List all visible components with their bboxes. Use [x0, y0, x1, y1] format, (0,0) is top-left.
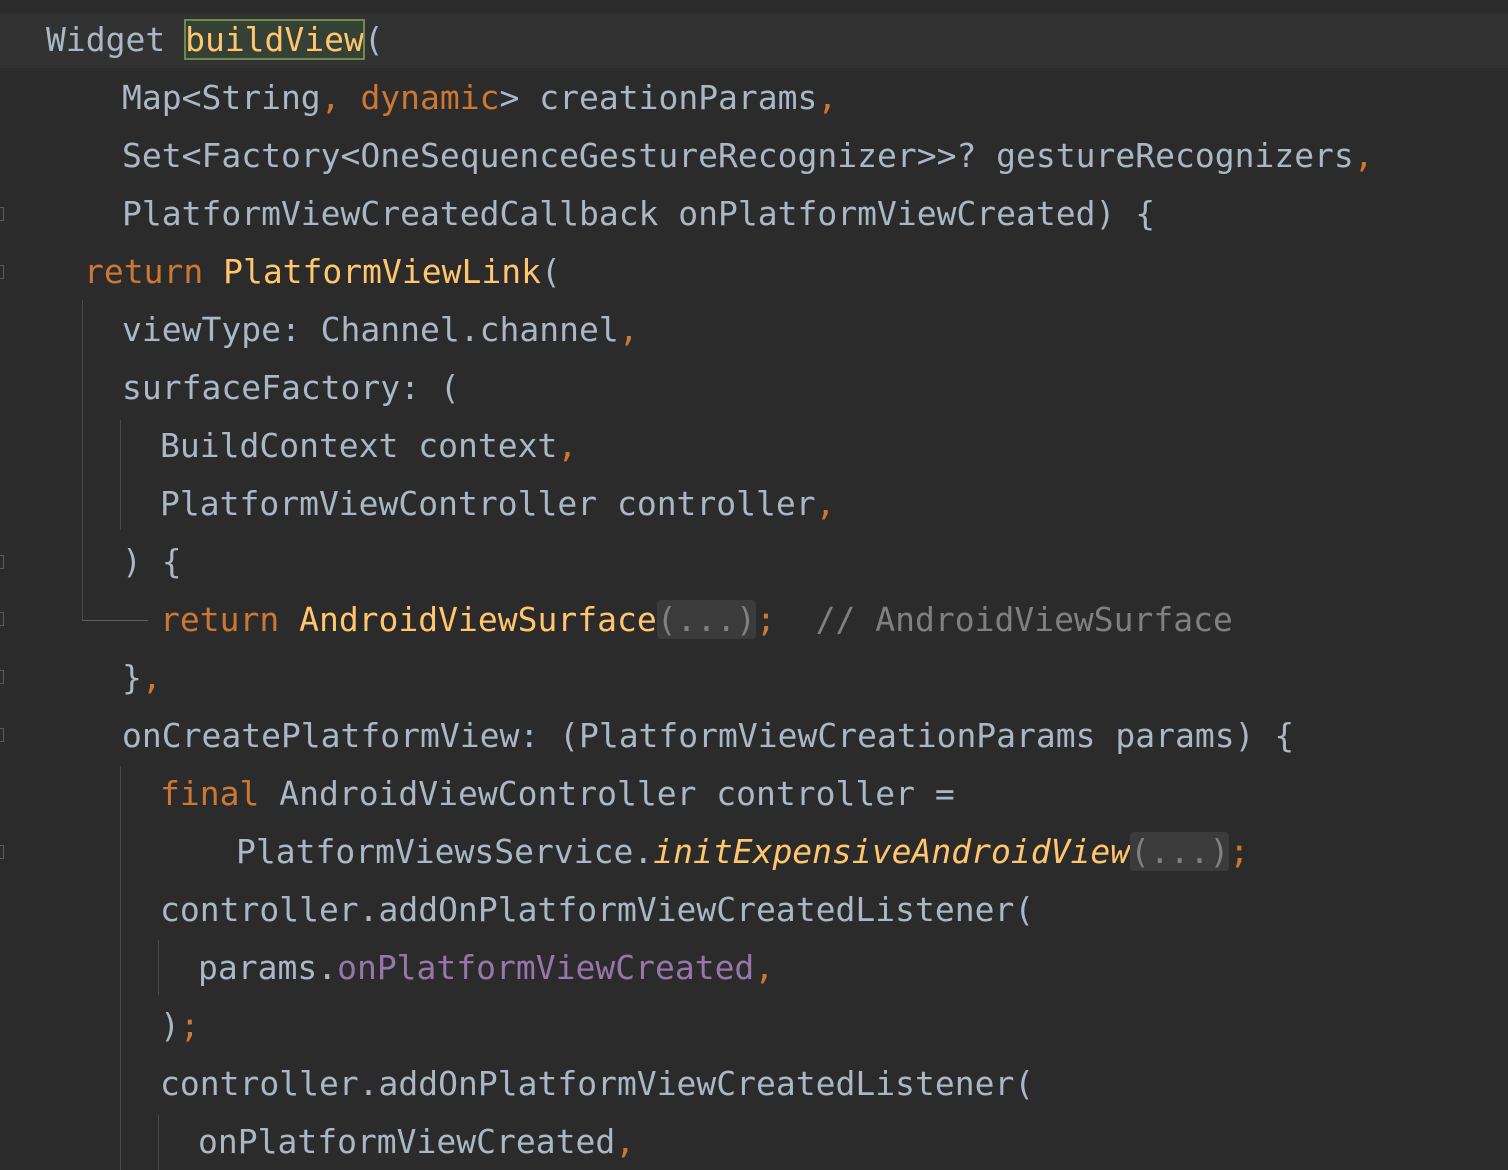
keyword-token: , — [618, 310, 639, 349]
code-line[interactable]: controller.addOnPlatformViewCreatedListe… — [160, 1055, 1034, 1113]
code-token: controller.addOnPlatformViewCreatedListe… — [160, 1064, 1035, 1103]
code-token: ) — [160, 1006, 180, 1045]
indent-guide — [120, 766, 121, 1170]
field-token: onPlatformViewCreated — [337, 948, 755, 987]
indent-guide — [120, 420, 121, 530]
code-line[interactable]: PlatformViewsService.initExpensiveAndroi… — [236, 823, 1249, 881]
folded-code-placeholder[interactable]: (...) — [656, 600, 757, 639]
highlighted-identifier: buildView — [184, 19, 365, 60]
keyword-token: ; — [179, 1006, 200, 1045]
keyword-token: , — [557, 426, 578, 465]
code-token: PlatformViewsService. — [236, 832, 654, 871]
folded-code-placeholder[interactable]: (...) — [1130, 832, 1230, 871]
code-line[interactable]: BuildContext context, — [160, 417, 577, 475]
code-token: Widget — [46, 20, 186, 59]
code-token: params. — [198, 948, 338, 987]
function-name-token: initExpensiveAndroidView — [653, 832, 1131, 871]
code-line[interactable]: params.onPlatformViewCreated, — [198, 939, 774, 997]
fold-marker-icon[interactable] — [0, 845, 4, 859]
code-line[interactable]: controller.addOnPlatformViewCreatedListe… — [160, 881, 1034, 939]
keyword-token: final — [160, 774, 280, 813]
code-token: PlatformViewCreatedCallback onPlatformVi… — [122, 194, 1156, 233]
fold-marker-icon[interactable] — [0, 265, 4, 279]
code-line[interactable]: viewType: Channel.channel, — [122, 301, 639, 359]
indent-guide-corner — [82, 620, 148, 621]
comment-token: // AndroidViewSurface — [775, 600, 1233, 639]
code-line[interactable]: final AndroidViewController controller = — [160, 765, 955, 823]
keyword-token: ; — [756, 600, 776, 639]
code-token: Map<String — [122, 78, 321, 117]
code-line[interactable]: ); — [160, 997, 200, 1055]
indent-guide — [158, 1115, 159, 1170]
code-line[interactable]: PlatformViewCreatedCallback onPlatformVi… — [122, 185, 1155, 243]
indent-guide — [158, 940, 159, 995]
code-line[interactable]: Set<Factory<OneSequenceGestureRecognizer… — [122, 127, 1374, 185]
code-token: Set<Factory<OneSequenceGestureRecognizer… — [122, 136, 1354, 175]
code-token: viewType: Channel.channel — [122, 310, 619, 349]
code-token: surfaceFactory: ( — [122, 368, 460, 407]
code-token: onPlatformViewCreated — [198, 1122, 616, 1161]
code-token: BuildContext context — [160, 426, 558, 465]
keyword-token: , — [817, 78, 838, 117]
code-line[interactable]: surfaceFactory: ( — [122, 359, 460, 417]
keyword-token: , — [754, 948, 775, 987]
keyword-token: return — [84, 252, 224, 291]
keyword-token: , — [615, 1122, 636, 1161]
code-token: PlatformViewController controller — [160, 484, 816, 523]
code-token: AndroidViewController controller = — [279, 774, 955, 813]
code-line[interactable]: PlatformViewController controller, — [160, 475, 836, 533]
code-line[interactable]: }, — [122, 649, 162, 707]
code-line[interactable]: Widget buildView( — [46, 11, 384, 69]
code-line[interactable]: onPlatformViewCreated, — [198, 1113, 635, 1170]
fold-marker-icon[interactable] — [0, 728, 4, 742]
function-name-token: PlatformViewLink — [223, 252, 541, 291]
code-token: ( — [363, 20, 384, 59]
keyword-token: return — [160, 600, 300, 639]
fold-marker-icon[interactable] — [0, 207, 4, 221]
code-line[interactable]: ) { — [122, 533, 182, 591]
code-token: ) { — [122, 542, 182, 581]
keyword-token: dynamic — [360, 78, 500, 117]
keyword-token: , — [320, 78, 361, 117]
code-token: controller.addOnPlatformViewCreatedListe… — [160, 890, 1035, 929]
code-token: } — [122, 658, 142, 697]
code-editor[interactable]: Widget buildView(Map<String, dynamic> cr… — [0, 0, 1508, 1170]
code-token: ( — [540, 252, 561, 291]
code-line[interactable]: onCreatePlatformView: (PlatformViewCreat… — [122, 707, 1294, 765]
keyword-token: , — [815, 484, 836, 523]
code-line[interactable]: return PlatformViewLink( — [84, 243, 561, 301]
keyword-token: , — [141, 658, 162, 697]
fold-marker-icon[interactable] — [0, 612, 4, 626]
keyword-token: , — [1353, 136, 1374, 175]
fold-marker-icon[interactable] — [0, 670, 4, 684]
code-line[interactable]: return AndroidViewSurface(...); // Andro… — [160, 591, 1233, 649]
indent-guide — [82, 300, 83, 620]
function-name-token: AndroidViewSurface — [299, 600, 657, 639]
code-token: > creationParams — [499, 78, 818, 117]
fold-marker-icon[interactable] — [0, 555, 4, 569]
keyword-token: ; — [1229, 832, 1250, 871]
code-line[interactable]: Map<String, dynamic> creationParams, — [122, 69, 837, 127]
code-token: onCreatePlatformView: (PlatformViewCreat… — [122, 716, 1295, 755]
